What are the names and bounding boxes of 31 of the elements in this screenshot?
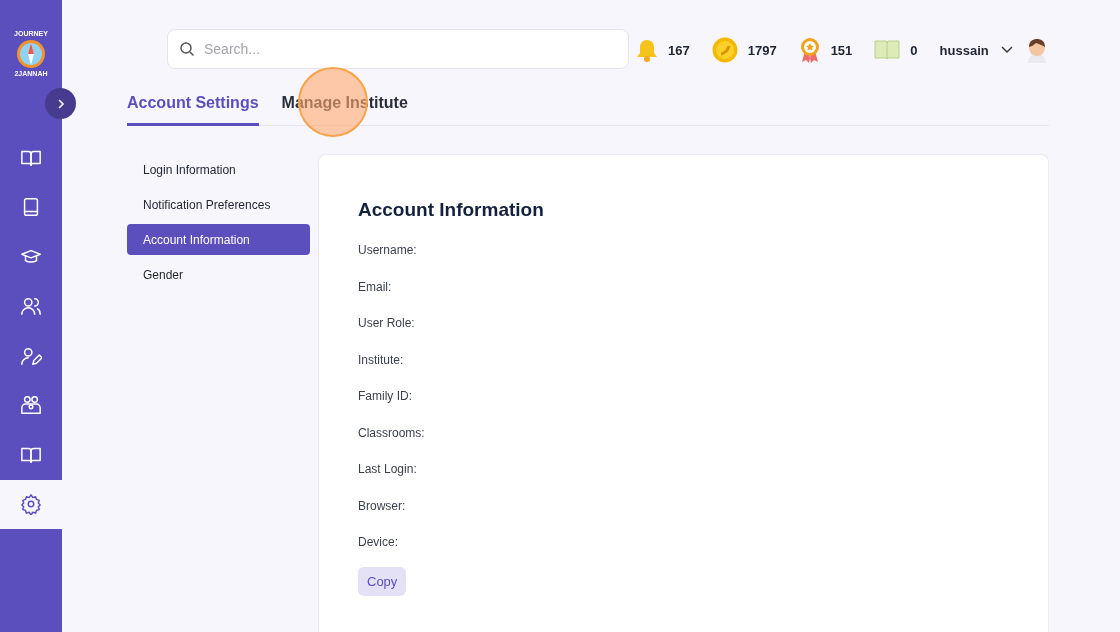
search-field[interactable]: Search... <box>167 29 629 69</box>
tab[interactable]: Account Settings <box>127 88 259 126</box>
caret-icon <box>1000 46 1013 54</box>
field-label: Email: <box>358 279 393 296</box>
stat-count: 151 <box>830 42 853 58</box>
stat-count: 0 <box>910 42 918 58</box>
field-label: Family ID: <box>358 389 413 405</box>
field-label: User Role: <box>358 316 416 332</box>
field-label: Username: <box>358 243 418 259</box>
settings-icon <box>20 493 42 516</box>
nav-item[interactable] <box>0 479 62 529</box>
field-label: Last Login: <box>358 462 418 478</box>
menu-item[interactable]: Notification Preferences <box>127 189 310 220</box>
search-icon <box>179 41 195 57</box>
user-menu[interactable]: hussain <box>939 42 1013 58</box>
stat-count: 167 <box>668 42 690 58</box>
field-label: Classrooms: <box>358 425 426 442</box>
users-icon <box>20 295 42 318</box>
card-title: Account Information <box>358 199 545 221</box>
field-label: Browser: <box>358 498 407 515</box>
compass-icon <box>16 39 46 69</box>
menu-item[interactable]: Gender <box>127 259 310 290</box>
menu-item[interactable]: Login Information <box>127 154 310 185</box>
expand-button[interactable] <box>45 88 76 119</box>
field-label: Institute: <box>358 352 405 369</box>
field-label: Device: <box>358 535 399 551</box>
copy-button[interactable]: Copy <box>358 566 407 596</box>
stat-count: 1797 <box>747 42 777 58</box>
medal-icon[interactable] <box>798 37 821 63</box>
menu-item[interactable]: Account Information <box>127 224 310 255</box>
group-icon <box>20 394 42 417</box>
